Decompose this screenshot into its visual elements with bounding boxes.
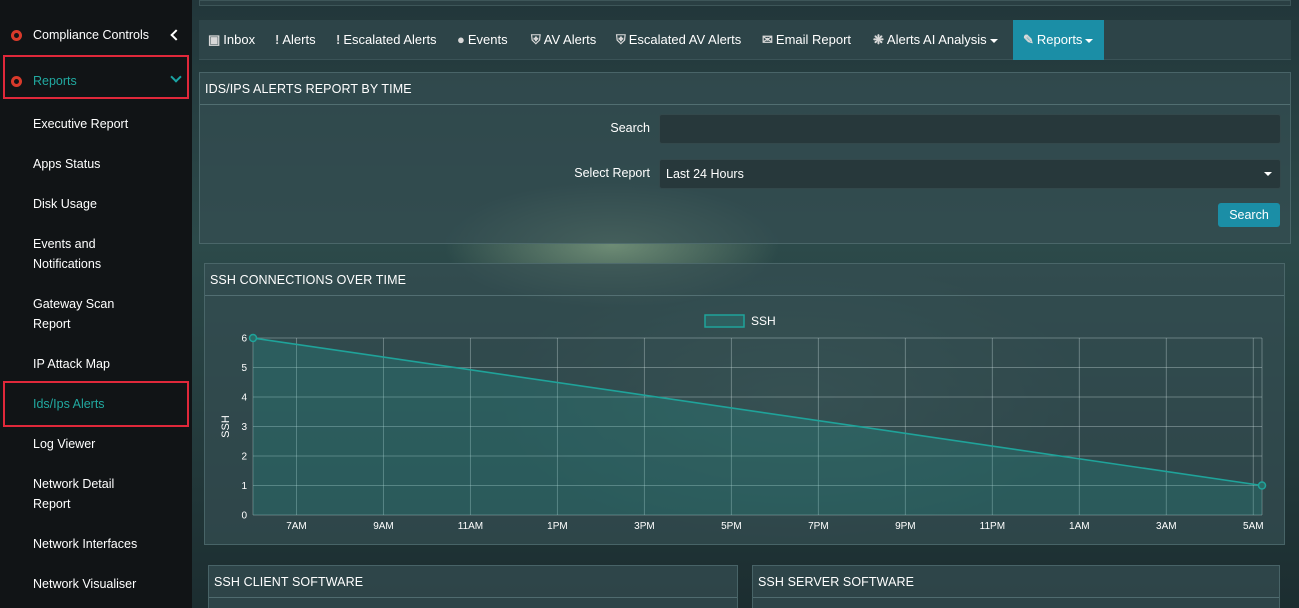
x-tick-label: 7PM xyxy=(808,521,829,532)
x-tick-label: 9PM xyxy=(895,521,916,532)
select-report-value: Last 24 Hours xyxy=(666,167,744,181)
sidebar-item-label: Disk Usage xyxy=(33,197,97,211)
info-circle-icon: ● xyxy=(457,32,465,47)
ssh-line-chart: 0 1 2 3 4 5 6 7AM 9AM 11AM 1PM 3PM 5PM 7PM 9PM 11PM 1AM… xyxy=(220,314,1267,532)
caret-down-icon xyxy=(1264,172,1272,176)
sidebar: Compliance Controls Reports Executive Re… xyxy=(0,0,192,608)
sidebar-item-label: Events and Notifications xyxy=(33,237,102,271)
x-tick-label: 3AM xyxy=(1156,521,1177,532)
sidebar-item-label: Executive Report xyxy=(33,117,129,131)
ids-ips-highlight-box xyxy=(3,381,189,427)
y-axis-label: SSH xyxy=(220,415,232,438)
compliance-icon xyxy=(11,30,22,41)
y-tick-label: 1 xyxy=(241,481,247,492)
x-tick-label: 1AM xyxy=(1069,521,1090,532)
panel-title: SSH CONNECTIONS OVER TIME xyxy=(205,264,1284,296)
tab-label: Escalated Alerts xyxy=(343,32,437,47)
tab-label: Inbox xyxy=(223,32,256,47)
sidebar-item-label: Log Viewer xyxy=(33,437,96,451)
select-report-label: Select Report xyxy=(574,166,650,180)
tab-escalated-av-alerts[interactable]: ⛨ Escalated AV Alerts xyxy=(616,20,741,60)
sidebar-item-label: Network Detail Report xyxy=(33,477,115,511)
y-tick-label: 4 xyxy=(241,393,247,404)
sidebar-item-label: Network Interfaces xyxy=(33,537,138,551)
data-point xyxy=(1257,481,1267,490)
tab-label: Email Report xyxy=(775,32,852,47)
exclamation-icon: ! xyxy=(275,32,280,47)
data-point xyxy=(248,333,258,343)
search-button[interactable]: Search xyxy=(1218,203,1280,227)
pencil-icon: ✎ xyxy=(1023,32,1034,47)
x-tick-label: 1PM xyxy=(547,521,568,532)
x-tick-label: 5PM xyxy=(721,521,742,532)
tab-label: Alerts xyxy=(282,32,316,47)
x-tick-label: 11PM xyxy=(980,521,1005,532)
x-tick-label: 9AM xyxy=(373,521,394,532)
y-tick-labels: 0 1 2 3 4 5 6 xyxy=(241,334,247,522)
y-tick-label: 6 xyxy=(241,334,247,345)
tab-events[interactable]: ● Events xyxy=(457,20,508,60)
tab-alerts[interactable]: ! Alerts xyxy=(275,20,316,60)
y-tick-label: 0 xyxy=(241,511,247,522)
tab-label: Reports xyxy=(1036,32,1083,47)
exclamation-icon: ! xyxy=(336,32,341,47)
search-label: Search xyxy=(610,121,650,135)
y-tick-label: 2 xyxy=(241,452,247,463)
y-tick-label: 5 xyxy=(241,363,247,374)
legend-swatch[interactable] xyxy=(704,314,745,328)
reports-highlight-box xyxy=(3,55,189,99)
legend-label: SSH xyxy=(751,314,776,328)
tab-label: AV Alerts xyxy=(543,32,597,47)
tab-escalated-alerts[interactable]: ! Escalated Alerts xyxy=(336,20,437,60)
tab-label: Events xyxy=(467,32,508,47)
shield-icon: ⛨ xyxy=(531,32,541,47)
x-tick-label: 11AM xyxy=(458,521,483,532)
sidebar-item-label: Gateway Scan Report xyxy=(33,297,115,331)
top-panel-edge xyxy=(199,0,1291,6)
sidebar-item-label: Apps Status xyxy=(33,157,101,171)
shield-icon: ⛨ xyxy=(616,32,626,47)
panel-title: SSH CLIENT SOFTWARE xyxy=(209,566,737,598)
x-tick-label: 5AM xyxy=(1243,521,1264,532)
tab-label: Escalated AV Alerts xyxy=(628,32,742,47)
x-tick-label: 7AM xyxy=(286,521,307,532)
chevron-left-icon xyxy=(170,29,182,41)
inbox-icon: ▣ xyxy=(208,32,221,47)
tab-inbox[interactable]: ▣ Inbox xyxy=(208,20,255,60)
select-report-dropdown[interactable]: Last 24 Hours xyxy=(659,159,1281,189)
tab-email-report[interactable]: ✉ Email Report xyxy=(762,20,851,60)
sidebar-item-label: Network Visualiser xyxy=(33,577,137,591)
panel-title: SSH SERVER SOFTWARE xyxy=(753,566,1279,598)
search-input[interactable] xyxy=(659,114,1281,144)
tab-label: Alerts AI Analysis xyxy=(886,32,987,47)
tab-bar: ▣ Inbox ! Alerts ! Escalated Alerts ● Events… xyxy=(199,20,1291,60)
sidebar-item-label: Compliance Controls xyxy=(33,28,150,42)
gear-icon: ❋ xyxy=(873,32,884,47)
sidebar-item-label: IP Attack Map xyxy=(33,357,110,371)
panel-title: IDS/IPS ALERTS REPORT BY TIME xyxy=(200,73,1290,105)
caret-down-icon xyxy=(989,38,998,43)
report-filter-panel: IDS/IPS ALERTS REPORT BY TIME Search Sel… xyxy=(199,72,1291,244)
ssh-server-software-panel: SSH SERVER SOFTWARE xyxy=(752,565,1280,608)
caret-down-icon xyxy=(1085,38,1094,43)
ssh-client-software-panel: SSH CLIENT SOFTWARE xyxy=(208,565,738,608)
x-tick-labels: 7AM 9AM 11AM 1PM 3PM 5PM 7PM 9PM 11PM 1AM 3AM 5AM xyxy=(286,521,1263,532)
tab-alerts-ai-analysis[interactable]: ❋ Alerts AI Analysis xyxy=(873,20,998,60)
x-tick-label: 3PM xyxy=(634,521,655,532)
ssh-connections-panel: SSH CONNECTIONS OVER TIME 0 1 2 3 4 5 6 7AM 9AM… xyxy=(204,263,1285,545)
y-tick-label: 3 xyxy=(241,422,247,433)
tab-av-alerts[interactable]: ⛨ AV Alerts xyxy=(531,20,596,60)
envelope-icon: ✉ xyxy=(762,32,773,47)
tab-reports[interactable]: ✎ Reports xyxy=(1013,20,1104,60)
